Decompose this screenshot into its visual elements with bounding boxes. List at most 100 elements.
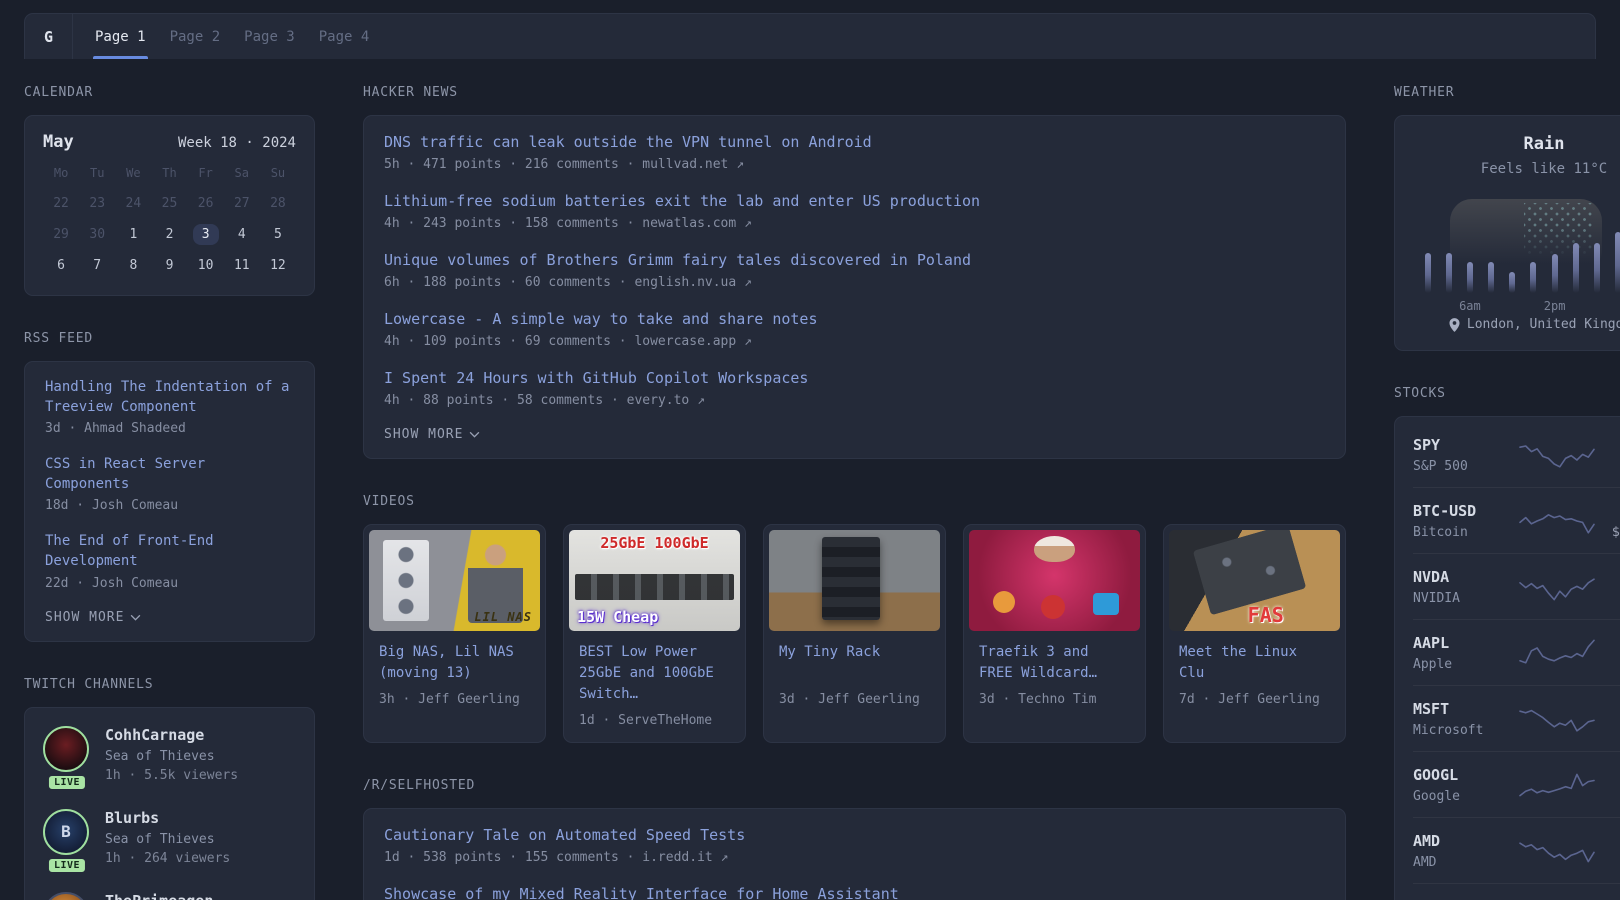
video-thumbnail[interactable]: LIL NAS xyxy=(369,530,540,631)
twitch-channel-meta: 1h · 264 viewers xyxy=(105,851,230,866)
stock-sparkline xyxy=(1517,702,1597,736)
hn-item-domain-link[interactable]: mullvad.net ↗ xyxy=(642,157,744,172)
video-thumbnail[interactable] xyxy=(769,530,940,631)
twitch-section-title: TWITCH CHANNELS xyxy=(24,677,315,692)
avatar xyxy=(43,892,89,900)
stock-sparkline xyxy=(1517,768,1597,802)
weather-bar-slot xyxy=(1565,197,1586,293)
calendar-day: 5 xyxy=(260,219,296,250)
hn-show-more-button[interactable]: SHOW MORE xyxy=(384,427,1325,444)
rss-item-title[interactable]: CSS in React Server Components xyxy=(45,456,205,492)
calendar-weekday: We xyxy=(115,166,151,180)
hn-item-meta: 5h · 471 points · 216 comments · xyxy=(384,157,642,172)
calendar-day: 11 xyxy=(224,250,260,281)
top-nav: G Page 1 Page 2 Page 3 Page 4 xyxy=(24,13,1596,59)
weather-axis-label: 6am xyxy=(1459,299,1481,313)
tab-page-1[interactable]: Page 1 xyxy=(83,14,158,59)
stock-change: +4.40% xyxy=(1597,501,1620,519)
video-thumbnail[interactable]: 25GbE 100GbE 15W Cheap xyxy=(569,530,740,631)
hn-item-title[interactable]: Lithium-free sodium batteries exit the l… xyxy=(384,192,980,210)
rss-section-title: RSS FEED xyxy=(24,331,315,346)
twitch-channel-name[interactable]: Blurbs xyxy=(105,809,230,827)
rss-show-more-button[interactable]: SHOW MORE xyxy=(45,610,294,627)
twitch-channel-name[interactable]: CohhCarnage xyxy=(105,726,238,744)
video-card[interactable]: Traefik 3 and FREE Wildcard… 3d · Techno… xyxy=(963,524,1146,743)
calendar-day: 25 xyxy=(151,188,187,219)
calendar-weekday: Mo xyxy=(43,166,79,180)
reddit-item-title[interactable]: Cautionary Tale on Automated Speed Tests xyxy=(384,826,745,844)
tab-page-3[interactable]: Page 3 xyxy=(232,14,307,59)
hn-item-domain-link[interactable]: lowercase.app ↗ xyxy=(634,334,751,349)
stock-row: MSFT Microsoft +2.16% $406.43 xyxy=(1413,685,1620,751)
hacker-news-widget: DNS traffic can leak outside the VPN tun… xyxy=(363,115,1346,459)
weather-bar xyxy=(1446,253,1452,293)
twitch-channel-row[interactable]: ThePrimeagen xyxy=(43,892,296,900)
twitch-channel-name[interactable]: ThePrimeagen xyxy=(105,892,213,900)
weather-bar-slot xyxy=(1438,197,1459,293)
avatar xyxy=(43,726,89,772)
stock-symbol: GOOGL xyxy=(1413,766,1517,784)
video-thumbnail[interactable]: FAS xyxy=(1169,530,1340,631)
reddit-item-domain-link[interactable]: i.redd.it ↗ xyxy=(642,850,728,865)
video-card[interactable]: My Tiny Rack 3d · Jeff Geerling xyxy=(763,524,946,743)
weather-bar-slot xyxy=(1586,197,1607,293)
calendar-day: 10 xyxy=(188,250,224,281)
reddit-item-title[interactable]: Showcase of my Mixed Reality Interface f… xyxy=(384,885,899,900)
switch-ports-graphic xyxy=(575,574,734,600)
hn-item-title[interactable]: Lowercase - A simple way to take and sha… xyxy=(384,310,817,328)
hn-section-title: HACKER NEWS xyxy=(363,85,1346,100)
stock-row: AAPL Apple +6.87% $184.91 xyxy=(1413,619,1620,685)
weather-axis-label: 2pm xyxy=(1544,299,1566,313)
left-column: CALENDAR May Week 18 · 2024 MoTuWeThFrSa… xyxy=(24,59,315,900)
video-meta: 3d · Techno Tim xyxy=(979,692,1130,707)
video-title[interactable]: Traefik 3 and FREE Wildcard… xyxy=(979,642,1130,684)
hn-item-title[interactable]: Unique volumes of Brothers Grimm fairy t… xyxy=(384,251,971,269)
calendar-day: 9 xyxy=(151,250,187,281)
video-card[interactable]: FAS Meet the Linux Clu 7d · Jeff Geerlin… xyxy=(1163,524,1346,743)
video-title[interactable]: Meet the Linux Clu xyxy=(1179,642,1330,684)
icon-graphic xyxy=(993,591,1015,613)
stock-price: $150.45 xyxy=(1597,854,1620,870)
stock-price: $406.43 xyxy=(1597,722,1620,738)
stock-sparkline xyxy=(1517,834,1597,868)
weather-hourly-chart: 6am2pm10pm 12° xyxy=(1417,197,1620,293)
rss-item-title[interactable]: The End of Front-End Development xyxy=(45,533,214,569)
video-title[interactable]: My Tiny Rack xyxy=(779,642,930,684)
tab-page-4[interactable]: Page 4 xyxy=(307,14,382,59)
hn-item-domain-link[interactable]: english.nv.ua ↗ xyxy=(634,275,751,290)
reddit-widget: Cautionary Tale on Automated Speed Tests… xyxy=(363,808,1346,900)
stock-company: AMD xyxy=(1413,855,1517,870)
hn-item-domain-link[interactable]: every.to ↗ xyxy=(627,393,705,408)
calendar-day: 24 xyxy=(115,188,151,219)
hn-item-meta: 4h · 243 points · 158 comments · xyxy=(384,216,642,231)
video-thumbnail[interactable] xyxy=(969,530,1140,631)
calendar-day: 23 xyxy=(79,188,115,219)
hn-item-title[interactable]: DNS traffic can leak outside the VPN tun… xyxy=(384,133,872,151)
stocks-section-title: STOCKS xyxy=(1394,386,1620,401)
twitch-widget: LIVE CohhCarnage Sea of Thieves 1h · 5.5… xyxy=(24,707,315,900)
calendar-day: 27 xyxy=(224,188,260,219)
stock-price: $166.78 xyxy=(1597,788,1620,804)
calendar-grid: 222324252627282930123456789101112 xyxy=(43,188,296,281)
stock-sparkline xyxy=(1517,438,1597,472)
calendar-day: 28 xyxy=(260,188,296,219)
rss-item-title[interactable]: Handling The Indentation of a Treeview C… xyxy=(45,379,289,415)
weather-bar xyxy=(1552,254,1558,293)
stock-symbol: BTC-USD xyxy=(1413,502,1517,520)
calendar-day: 3 xyxy=(188,219,224,250)
stock-company: S&P 500 xyxy=(1413,459,1517,474)
calendar-day: 8 xyxy=(115,250,151,281)
video-title[interactable]: BEST Low Power 25GbE and 100GbE Switch… xyxy=(579,642,730,705)
tab-page-2[interactable]: Page 2 xyxy=(158,14,233,59)
hn-item: I Spent 24 Hours with GitHub Copilot Wor… xyxy=(384,368,1325,408)
stock-row: NVDA NVIDIA +3.52% $888.40 xyxy=(1413,553,1620,619)
video-card[interactable]: LIL NAS Big NAS, Lil NAS (moving 13) 3h … xyxy=(363,524,546,743)
twitch-channel-row[interactable]: LIVE CohhCarnage Sea of Thieves 1h · 5.5… xyxy=(43,726,296,783)
hn-item-domain-link[interactable]: newatlas.com ↗ xyxy=(642,216,752,231)
stock-symbol: NVDA xyxy=(1413,568,1517,586)
stock-symbol: MSFT xyxy=(1413,700,1517,718)
twitch-channel-row[interactable]: B LIVE Blurbs Sea of Thieves 1h · 264 vi… xyxy=(43,809,296,866)
video-card[interactable]: 25GbE 100GbE 15W Cheap BEST Low Power 25… xyxy=(563,524,746,743)
video-title[interactable]: Big NAS, Lil NAS (moving 13) xyxy=(379,642,530,684)
hn-item-title[interactable]: I Spent 24 Hours with GitHub Copilot Wor… xyxy=(384,369,808,387)
